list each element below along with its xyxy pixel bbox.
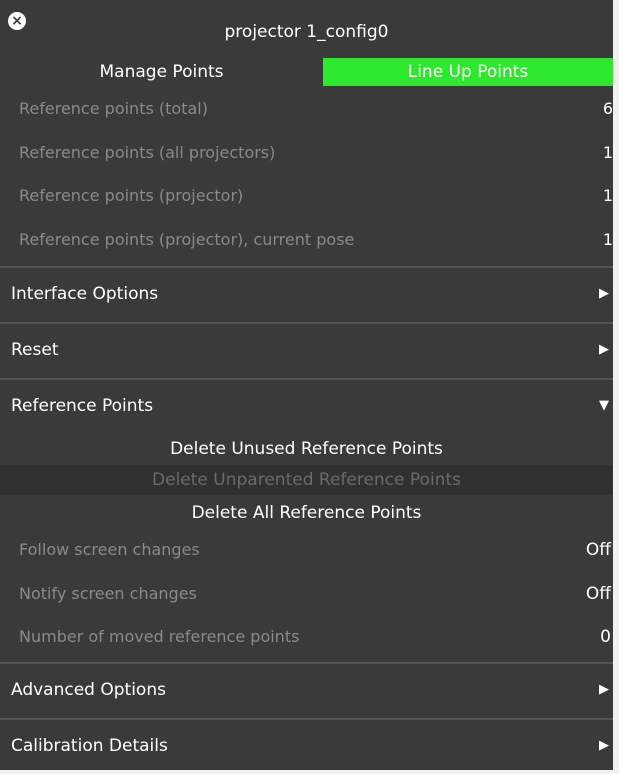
delete-unparented-button[interactable]: Delete Unparented Reference Points [0,465,613,495]
chevron-right-icon: ▶ [599,286,609,301]
section-label: Advanced Options [11,680,166,700]
divider [0,322,613,324]
section-label: Interface Options [11,284,159,304]
notify-screen-changes-row[interactable]: Notify screen changes Off [0,574,613,614]
section-label: Reference Points [11,396,154,416]
stat-value: 1 [602,230,613,249]
follow-screen-changes-row[interactable]: Follow screen changes Off [0,530,613,570]
stat-value: 1 [602,186,613,205]
stat-row-total: Reference points (total) 6 [0,89,613,129]
delete-unused-button[interactable]: Delete Unused Reference Points [0,434,613,464]
moved-reference-points-row: Number of moved reference points 0 [0,617,613,657]
stat-label: Reference points (all projectors) [19,143,276,162]
divider [0,378,613,380]
stat-row-projector: Reference points (projector) 1 [0,176,613,216]
section-reset[interactable]: Reset ▶ [0,325,613,375]
stat-label: Reference points (projector) [19,186,244,205]
chevron-down-icon: ▼ [599,398,609,413]
divider [0,266,613,268]
mode-tabs: Manage Points Line Up Points [0,58,613,86]
option-label: Number of moved reference points [19,627,300,646]
chevron-right-icon: ▶ [599,682,609,697]
section-advanced-options[interactable]: Advanced Options ▶ [0,665,613,715]
option-label: Notify screen changes [19,584,197,603]
stat-label: Reference points (projector), current po… [19,230,355,249]
stat-value: 1 [602,143,613,162]
option-label: Follow screen changes [19,540,200,559]
stat-label: Reference points (total) [19,99,208,118]
divider [0,718,613,720]
section-label: Reset [11,340,59,360]
divider [0,662,613,664]
chevron-right-icon: ▶ [599,342,609,357]
stat-row-all-projectors: Reference points (all projectors) 1 [0,133,613,173]
option-value[interactable]: Off [586,530,611,570]
config-panel: × projector 1_config0 Manage Points Line… [0,0,619,774]
stat-value: 6 [602,99,613,118]
window-title: projector 1_config0 [224,22,389,42]
chevron-right-icon: ▶ [599,738,609,753]
delete-all-button[interactable]: Delete All Reference Points [0,498,613,528]
tab-line-up-points[interactable]: Line Up Points [323,58,613,86]
tab-manage-points[interactable]: Manage Points [0,58,323,86]
option-value[interactable]: Off [586,574,611,614]
section-label: Calibration Details [11,736,168,756]
section-calibration-details[interactable]: Calibration Details ▶ [0,721,613,771]
section-reference-points[interactable]: Reference Points ▼ [0,381,613,431]
option-value: 0 [600,627,611,647]
section-interface-options[interactable]: Interface Options ▶ [0,269,613,319]
stat-row-current-pose: Reference points (projector), current po… [0,220,613,260]
